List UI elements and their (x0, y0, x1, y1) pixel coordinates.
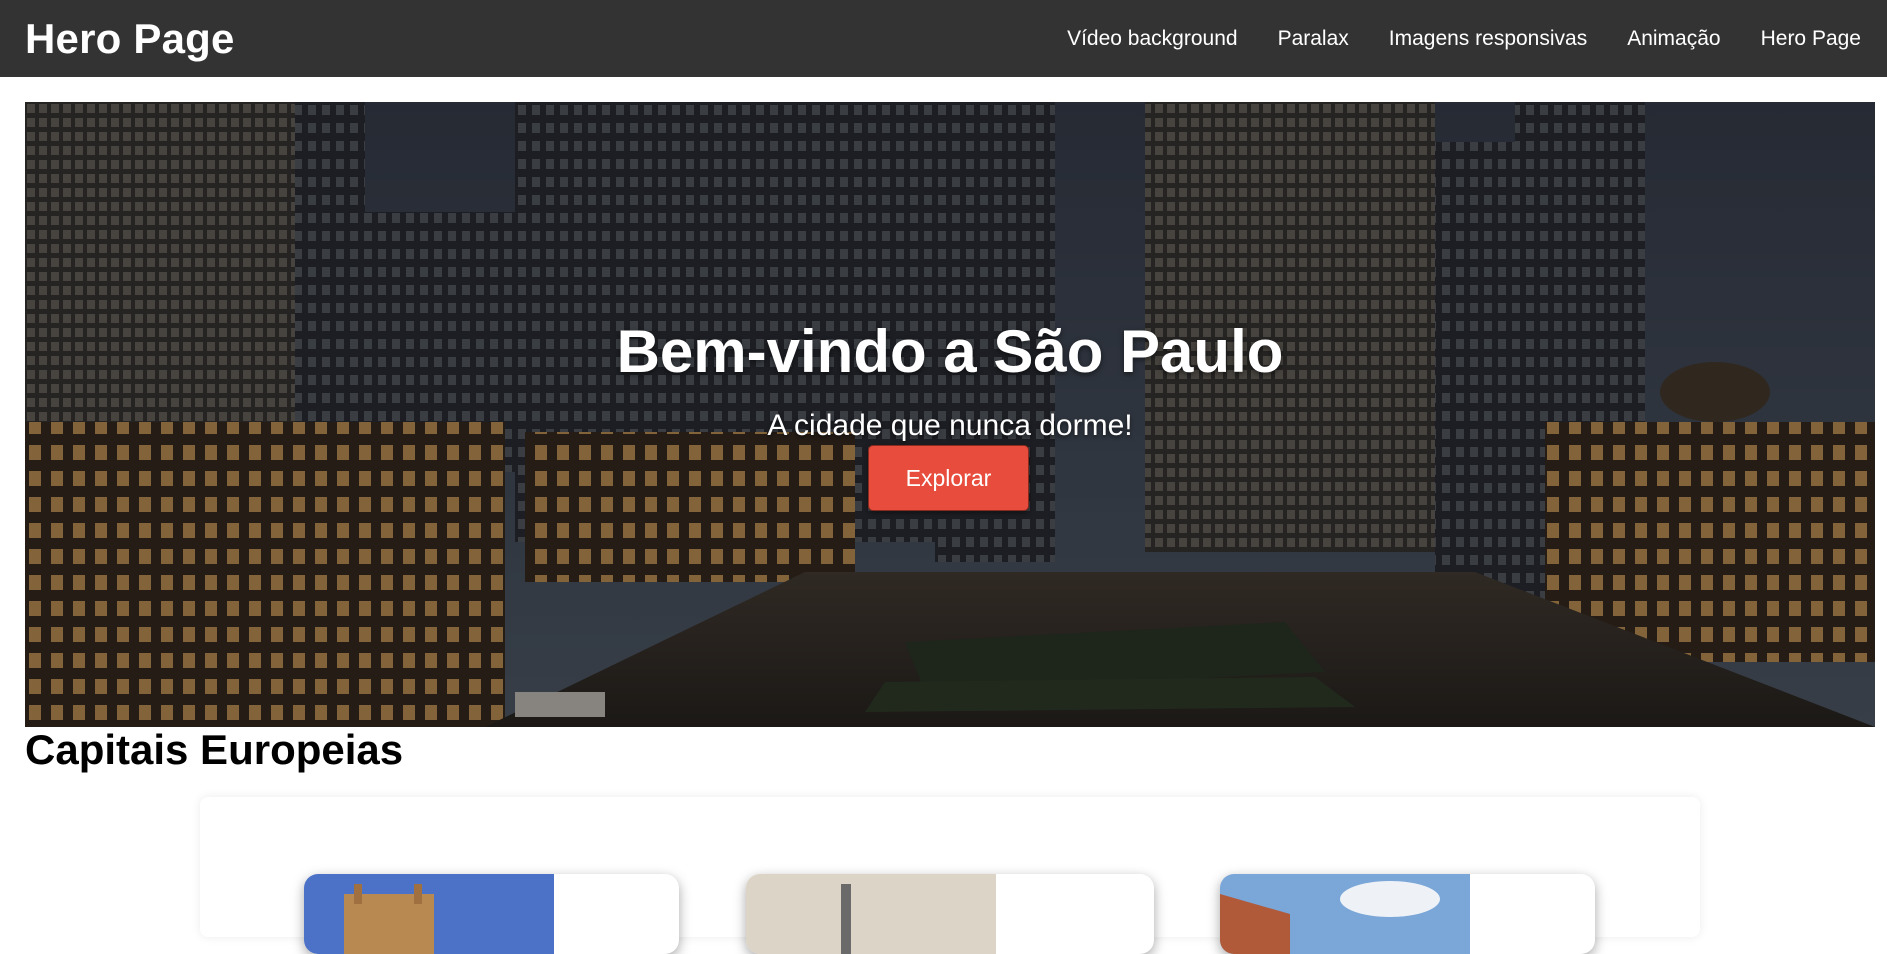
capitals-section-title: Capitais Europeias (25, 726, 404, 773)
brand-title[interactable]: Hero Page (25, 15, 235, 63)
explore-button[interactable]: Explorar (868, 445, 1029, 511)
hero-title: Bem-vindo a São Paulo (616, 318, 1284, 385)
capital-card[interactable] (304, 874, 679, 954)
nav-link-hero-page[interactable]: Hero Page (1761, 27, 1861, 51)
capital-card[interactable] (1220, 874, 1595, 954)
main-nav: Vídeo background Paralax Imagens respons… (1067, 27, 1861, 51)
nav-link-video-background[interactable]: Vídeo background (1067, 27, 1237, 51)
tower-photo (746, 874, 996, 954)
nav-link-paralax[interactable]: Paralax (1278, 27, 1349, 51)
capitals-cards-container (200, 797, 1700, 954)
capital-card[interactable] (746, 874, 1154, 954)
hero-section: Bem-vindo a São Paulo A cidade que nunca… (25, 102, 1875, 727)
nav-link-animacao[interactable]: Animação (1627, 27, 1720, 51)
hero-subtitle: A cidade que nunca dorme! (767, 409, 1133, 442)
cathedral-photo (304, 874, 554, 954)
hero-content: Bem-vindo a São Paulo A cidade que nunca… (25, 102, 1875, 727)
top-navbar: Hero Page Vídeo background Paralax Image… (0, 0, 1887, 77)
brick-building-photo (1220, 874, 1470, 954)
nav-link-imagens-responsivas[interactable]: Imagens responsivas (1389, 27, 1587, 51)
